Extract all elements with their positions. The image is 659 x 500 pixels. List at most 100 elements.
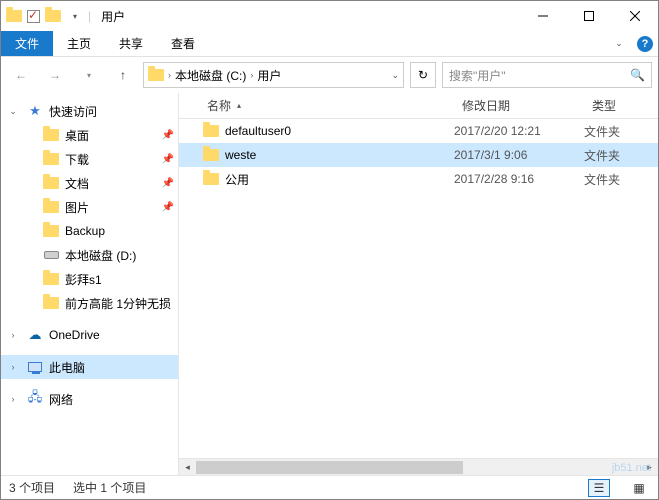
search-icon: 🔍 bbox=[630, 68, 645, 82]
address-bar[interactable]: › 本地磁盘 (C:) › 用户 ⌄ bbox=[143, 62, 404, 88]
up-button[interactable]: ↑ bbox=[109, 61, 137, 89]
search-input[interactable]: 搜索"用户" 🔍 bbox=[442, 62, 652, 88]
file-rows: defaultuser02017/2/20 12:21文件夹weste2017/… bbox=[179, 119, 658, 458]
folder-icon bbox=[43, 199, 59, 215]
back-button[interactable]: ← bbox=[7, 61, 35, 89]
sidebar-item[interactable]: 前方高能 1分钟无损 bbox=[1, 291, 178, 315]
file-type: 文件夹 bbox=[584, 147, 658, 164]
sidebar-item[interactable]: 本地磁盘 (D:) bbox=[1, 243, 178, 267]
folder-icon bbox=[203, 173, 219, 185]
file-name: defaultuser0 bbox=[225, 124, 291, 138]
file-name: 公用 bbox=[225, 171, 249, 188]
close-button[interactable] bbox=[612, 1, 658, 31]
folder-icon bbox=[203, 149, 219, 161]
sidebar-item[interactable]: 文档📌 bbox=[1, 171, 178, 195]
status-bar: 3 个项目 选中 1 个项目 ☰ ▦ bbox=[1, 475, 658, 499]
scroll-track[interactable] bbox=[196, 459, 641, 476]
scroll-thumb[interactable] bbox=[196, 461, 463, 474]
search-placeholder: 搜索"用户" bbox=[449, 67, 630, 84]
chevron-right-icon[interactable]: › bbox=[5, 394, 21, 404]
breadcrumb-segment[interactable]: 本地磁盘 (C:) bbox=[175, 67, 246, 84]
tab-view[interactable]: 查看 bbox=[157, 31, 209, 56]
sidebar-item-quick-access[interactable]: ⌄ ★ 快速访问 bbox=[1, 99, 178, 123]
view-icons-button[interactable]: ▦ bbox=[628, 479, 650, 497]
table-row[interactable]: 公用 2017/2/28 9:16文件夹 bbox=[179, 167, 658, 191]
sidebar-item[interactable]: 图片📌 bbox=[1, 195, 178, 219]
tab-file[interactable]: 文件 bbox=[1, 31, 53, 56]
address-row: ← → ▾ ↑ › 本地磁盘 (C:) › 用户 ⌄ ↻ 搜索"用户" 🔍 bbox=[1, 57, 658, 93]
network-icon: 🖧 bbox=[27, 391, 43, 407]
sidebar-item[interactable]: 彭拜s1 bbox=[1, 267, 178, 291]
chevron-right-icon[interactable]: › bbox=[168, 70, 171, 80]
scroll-left-button[interactable]: ◂ bbox=[179, 459, 196, 476]
ribbon-expand-button[interactable]: ⌄ bbox=[606, 31, 632, 56]
table-row[interactable]: weste 2017/3/1 9:06文件夹 bbox=[179, 143, 658, 167]
column-headers: 名称 ▴ 修改日期 类型 bbox=[179, 93, 658, 119]
maximize-button[interactable] bbox=[566, 1, 612, 31]
breadcrumb-segment[interactable]: 用户 bbox=[257, 67, 281, 84]
pin-icon: 📌 bbox=[162, 202, 174, 213]
quick-access-toolbar: ✓ ▾ | bbox=[1, 7, 95, 25]
folder-icon bbox=[43, 127, 59, 143]
sidebar-item[interactable]: 桌面📌 bbox=[1, 123, 178, 147]
qat-dropdown-icon[interactable]: ▾ bbox=[66, 7, 84, 25]
navigation-pane: ⌄ ★ 快速访问 桌面📌下载📌文档📌图片📌Backup本地磁盘 (D:)彭拜s1… bbox=[1, 93, 179, 475]
quick-access-icon: ★ bbox=[27, 103, 43, 119]
column-name[interactable]: 名称 ▴ bbox=[179, 97, 454, 114]
folder-icon bbox=[203, 125, 219, 137]
folder-icon bbox=[44, 7, 62, 25]
sidebar-item-network[interactable]: › 🖧 网络 bbox=[1, 387, 178, 411]
folder-icon bbox=[148, 69, 164, 81]
sidebar-item[interactable]: Backup bbox=[1, 219, 178, 243]
tab-home[interactable]: 主页 bbox=[53, 31, 105, 56]
sidebar-item-this-pc[interactable]: › 此电脑 bbox=[1, 355, 178, 379]
file-type: 文件夹 bbox=[584, 171, 658, 188]
recent-dropdown[interactable]: ▾ bbox=[75, 61, 103, 89]
column-type[interactable]: 类型 bbox=[584, 97, 658, 114]
folder-icon bbox=[43, 151, 59, 167]
file-date: 2017/3/1 9:06 bbox=[454, 148, 584, 162]
table-row[interactable]: defaultuser0 2017/2/20 12:21文件夹 bbox=[179, 119, 658, 143]
window-title: 用户 bbox=[95, 8, 520, 25]
pin-icon: 📌 bbox=[162, 178, 174, 189]
file-name: weste bbox=[225, 148, 256, 162]
help-button[interactable]: ? bbox=[632, 31, 658, 56]
chevron-right-icon[interactable]: › bbox=[5, 330, 21, 340]
status-selected: 选中 1 个项目 bbox=[73, 479, 146, 496]
file-date: 2017/2/28 9:16 bbox=[454, 172, 584, 186]
refresh-button[interactable]: ↻ bbox=[410, 62, 436, 88]
titlebar: ✓ ▾ | 用户 bbox=[1, 1, 658, 31]
sort-ascending-icon: ▴ bbox=[237, 101, 241, 110]
view-details-button[interactable]: ☰ bbox=[588, 479, 610, 497]
pc-icon bbox=[27, 359, 43, 375]
tab-share[interactable]: 共享 bbox=[105, 31, 157, 56]
folder-icon bbox=[43, 175, 59, 191]
file-type: 文件夹 bbox=[584, 123, 658, 140]
folder-icon bbox=[5, 7, 23, 25]
folder-icon bbox=[43, 271, 59, 287]
forward-button[interactable]: → bbox=[41, 61, 69, 89]
chevron-right-icon[interactable]: › bbox=[5, 362, 21, 372]
file-list: 名称 ▴ 修改日期 类型 defaultuser0 2017/2/20 12:21… bbox=[179, 93, 658, 475]
column-date[interactable]: 修改日期 bbox=[454, 97, 584, 114]
main: ⌄ ★ 快速访问 桌面📌下载📌文档📌图片📌Backup本地磁盘 (D:)彭拜s1… bbox=[1, 93, 658, 475]
sidebar-item[interactable]: 下载📌 bbox=[1, 147, 178, 171]
scroll-right-button[interactable]: ▸ bbox=[641, 459, 658, 476]
ribbon: 文件 主页 共享 查看 ⌄ ? bbox=[1, 31, 658, 57]
status-total: 3 个项目 bbox=[9, 479, 55, 496]
drive-icon bbox=[43, 247, 59, 263]
horizontal-scrollbar[interactable]: ◂ ▸ bbox=[179, 458, 658, 475]
chevron-right-icon[interactable]: › bbox=[250, 70, 253, 80]
cloud-icon: ☁ bbox=[27, 327, 43, 343]
sidebar-item-onedrive[interactable]: › ☁ OneDrive bbox=[1, 323, 178, 347]
chevron-down-icon[interactable]: ⌄ bbox=[5, 106, 21, 117]
window-controls bbox=[520, 1, 658, 31]
file-date: 2017/2/20 12:21 bbox=[454, 124, 584, 138]
folder-icon bbox=[43, 295, 59, 311]
address-dropdown-icon[interactable]: ⌄ bbox=[391, 70, 399, 81]
pin-icon: 📌 bbox=[162, 130, 174, 141]
minimize-button[interactable] bbox=[520, 1, 566, 31]
pin-icon: 📌 bbox=[162, 154, 174, 165]
qat-checkbox-icon[interactable]: ✓ bbox=[27, 10, 40, 23]
folder-icon bbox=[43, 223, 59, 239]
